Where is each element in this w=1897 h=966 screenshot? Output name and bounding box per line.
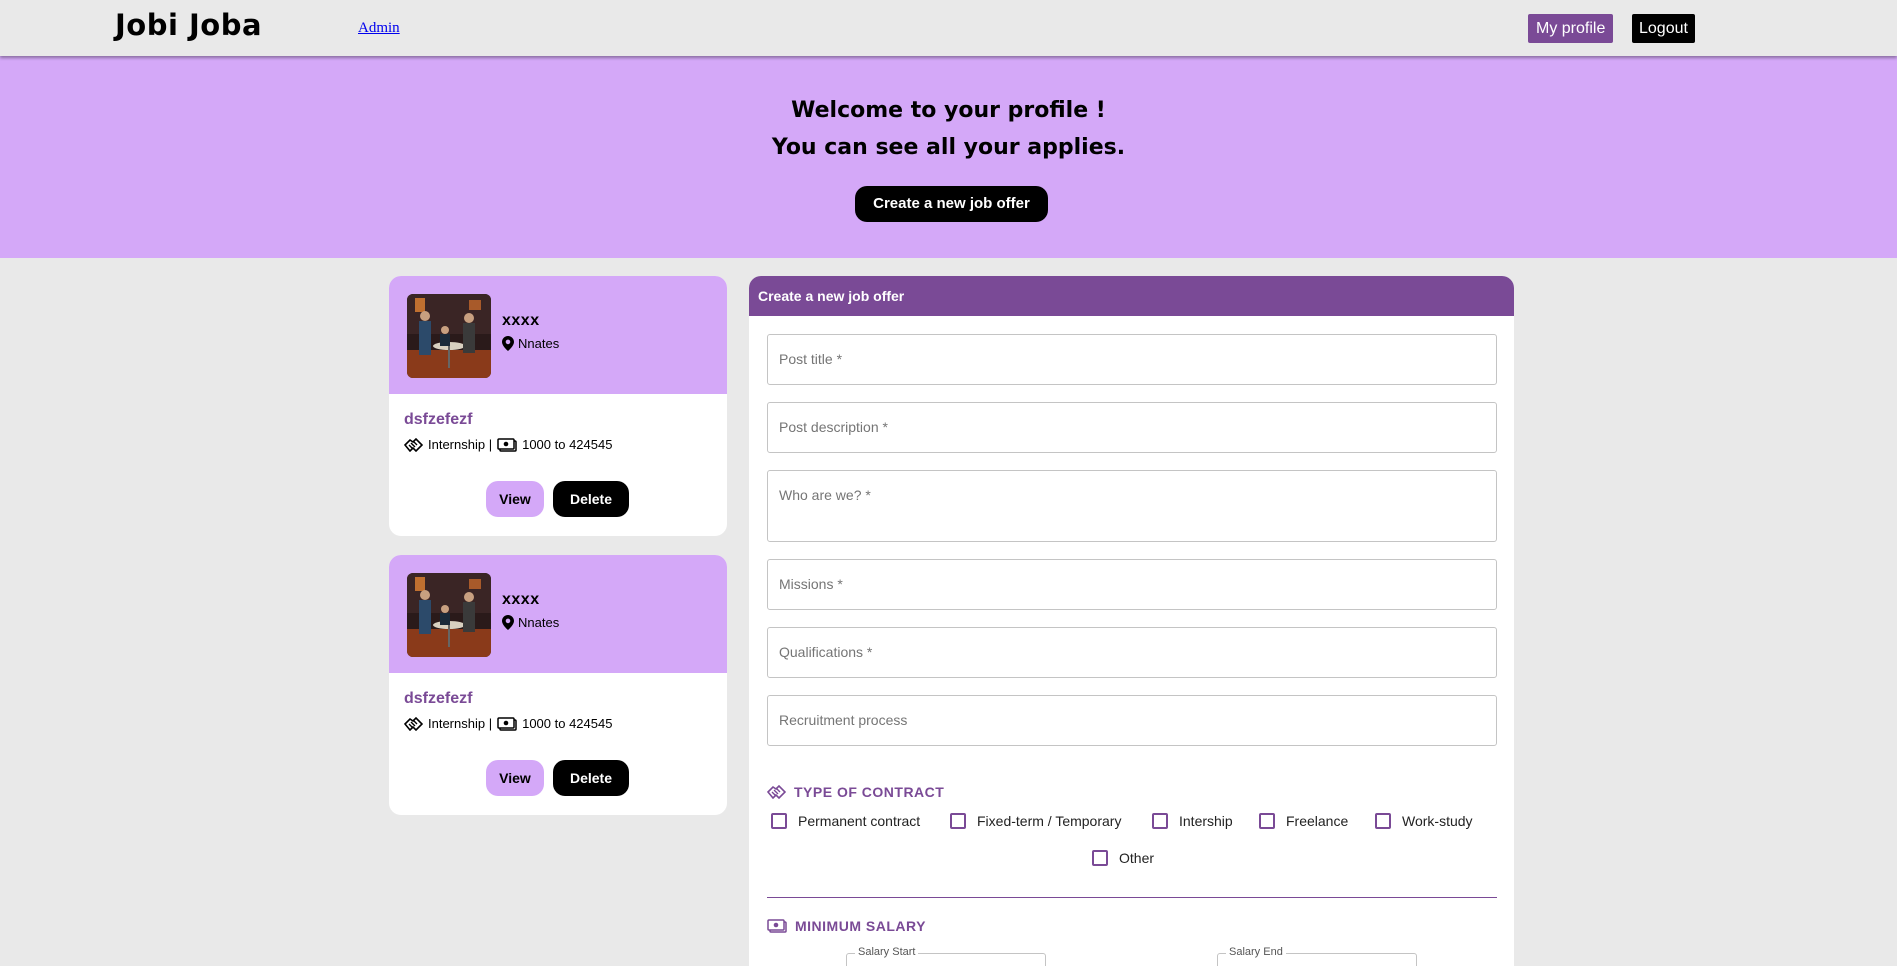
option-label: Work-study: [1402, 813, 1473, 829]
post-title-field[interactable]: Post title *: [767, 334, 1497, 385]
option-label: Freelance: [1286, 813, 1349, 829]
job-meta: Internship | 1000 to 424545: [404, 716, 612, 731]
contract-option-work-study[interactable]: Work-study: [1375, 813, 1473, 829]
location-text: Nnates: [518, 615, 560, 630]
checkbox[interactable]: [1375, 813, 1391, 829]
contract-option-other[interactable]: Other: [1092, 850, 1154, 866]
create-job-offer-form: Create a new job offer Post title * Post…: [749, 276, 1514, 966]
handshake-icon: [404, 437, 423, 452]
brand-logo[interactable]: Jobi Joba: [115, 8, 262, 42]
delete-button[interactable]: Delete: [553, 481, 629, 517]
contract-type-options: Permanent contract Fixed-term / Temporar…: [767, 813, 1497, 873]
admin-link[interactable]: Admin: [358, 20, 400, 37]
handshake-icon: [767, 785, 786, 799]
option-label: Permanent contract: [798, 813, 921, 829]
contract-option-permanent[interactable]: Permanent contract: [771, 813, 920, 829]
welcome-subheading: You can see all your applies.: [771, 135, 1126, 160]
view-button[interactable]: View: [486, 481, 544, 517]
company-image: [407, 573, 491, 657]
money-icon: [497, 437, 517, 452]
option-label: Other: [1119, 850, 1155, 866]
job-card-header: xxxx Nnates: [389, 276, 727, 394]
checkbox[interactable]: [950, 813, 966, 829]
contract-option-fixed-term[interactable]: Fixed-term / Temporary: [950, 813, 1121, 829]
salary-start-label: Salary Start: [855, 946, 919, 958]
job-title: dsfzefezf: [404, 411, 473, 428]
salary-end-label: Salary End: [1226, 946, 1286, 958]
location-pin-icon: [502, 336, 514, 351]
checkbox[interactable]: [771, 813, 787, 829]
recruitment-process-field[interactable]: Recruitment process: [767, 695, 1497, 746]
contract-type: Internship |: [428, 437, 493, 452]
logout-button[interactable]: Logout: [1632, 14, 1695, 43]
contract-type-heading: TYPE OF CONTRACT: [767, 784, 944, 800]
who-are-we-field[interactable]: Who are we? *: [767, 470, 1497, 542]
money-icon: [497, 716, 517, 731]
salary-range: 1000 to 424545: [522, 716, 613, 731]
company-location: Nnates: [502, 336, 559, 351]
salary-start-field[interactable]: Salary Start: [846, 946, 1046, 966]
welcome-heading: Welcome to your profile !: [791, 98, 1106, 123]
section-divider: [767, 897, 1497, 898]
option-label: Fixed-term / Temporary: [977, 813, 1122, 829]
salary-end-field[interactable]: Salary End: [1217, 946, 1417, 966]
create-job-offer-button[interactable]: Create a new job offer: [855, 186, 1048, 222]
company-name: xxxx: [502, 312, 540, 329]
view-button[interactable]: View: [486, 760, 544, 796]
location-text: Nnates: [518, 336, 560, 351]
job-title: dsfzefezf: [404, 690, 473, 707]
job-meta: Internship | 1000 to 424545: [404, 437, 612, 452]
form-title: Create a new job offer: [749, 276, 1514, 316]
contract-option-freelance[interactable]: Freelance: [1259, 813, 1348, 829]
option-label: Intership: [1179, 813, 1233, 829]
job-card: xxxx Nnates dsfzefezf Internship | 1000 …: [389, 555, 727, 815]
post-description-field[interactable]: Post description *: [767, 402, 1497, 453]
contract-type: Internship |: [428, 716, 493, 731]
job-card-header: xxxx Nnates: [389, 555, 727, 673]
company-name: xxxx: [502, 591, 540, 608]
contract-type-title: TYPE OF CONTRACT: [794, 784, 945, 800]
handshake-icon: [404, 716, 423, 731]
missions-field[interactable]: Missions *: [767, 559, 1497, 610]
checkbox[interactable]: [1259, 813, 1275, 829]
minimum-salary-title: MINIMUM SALARY: [795, 918, 926, 934]
checkbox[interactable]: [1092, 850, 1108, 866]
company-image: [407, 294, 491, 378]
contract-option-internship[interactable]: Intership: [1152, 813, 1233, 829]
money-icon: [767, 919, 787, 933]
minimum-salary-heading: MINIMUM SALARY: [767, 918, 926, 934]
location-pin-icon: [502, 615, 514, 630]
salary-range: 1000 to 424545: [522, 437, 613, 452]
checkbox[interactable]: [1152, 813, 1168, 829]
my-profile-button[interactable]: My profile: [1528, 14, 1614, 43]
top-navbar: Jobi Joba Admin My profile Logout: [0, 0, 1897, 56]
delete-button[interactable]: Delete: [553, 760, 629, 796]
qualifications-field[interactable]: Qualifications *: [767, 627, 1497, 678]
welcome-banner: Welcome to your profile ! You can see al…: [0, 56, 1897, 258]
job-card: xxxx Nnates dsfzefezf Internship | 1000 …: [389, 276, 727, 536]
company-location: Nnates: [502, 615, 559, 630]
